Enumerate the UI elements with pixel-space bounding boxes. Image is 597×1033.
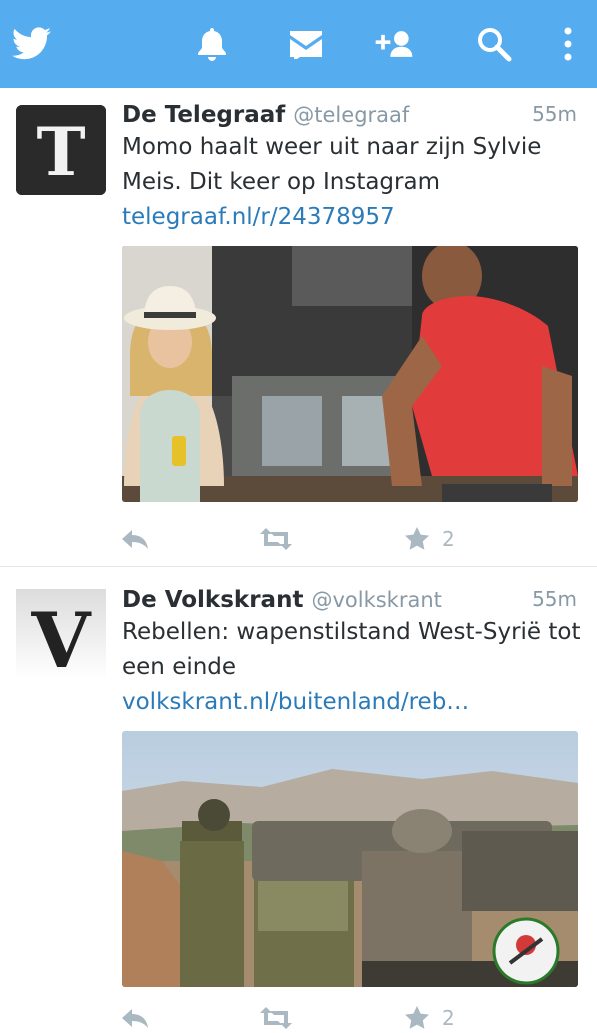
tweet-text: Momo haalt weer uit naar zijn Sylvie Mei… (122, 130, 582, 235)
favorite-count: 2 (442, 1006, 455, 1030)
tweet-photo[interactable] (122, 246, 578, 502)
retweet-button[interactable] (260, 1003, 292, 1033)
add-user-icon[interactable] (372, 22, 416, 66)
tweet-timestamp: 55m (532, 587, 577, 611)
favorite-button[interactable]: 2 (404, 524, 455, 554)
author-handle: @volkskrant (311, 588, 442, 612)
tweet-link[interactable]: volkskrant.nl/buitenland/reb… (122, 689, 469, 715)
retweet-icon (260, 528, 292, 550)
favorite-count: 2 (442, 527, 455, 551)
author-name[interactable]: De Telegraaf @telegraaf (122, 102, 409, 128)
tweet-body: Rebellen: wapenstilstand West-Syrië tot … (122, 619, 581, 680)
tweet-actions: 2 (122, 524, 578, 554)
twitter-bird-icon[interactable] (10, 22, 54, 66)
tweet-photo[interactable] (122, 731, 578, 987)
svg-text:V: V (31, 596, 93, 679)
tweet-body: Momo haalt weer uit naar zijn Sylvie Mei… (122, 134, 542, 195)
more-vertical-icon[interactable] (546, 22, 590, 66)
bell-icon[interactable] (190, 22, 234, 66)
top-navigation-bar (0, 0, 597, 88)
tweet-link[interactable]: telegraaf.nl/r/24378957 (122, 204, 395, 230)
reply-icon (122, 1009, 148, 1028)
tweet-telegraaf[interactable]: T De Telegraaf @telegraaf 55m Momo haalt … (0, 88, 597, 566)
avatar[interactable]: T (16, 105, 106, 195)
reply-button[interactable] (122, 524, 150, 554)
envelope-icon[interactable] (284, 22, 328, 66)
reply-icon (122, 530, 148, 549)
star-icon (405, 527, 429, 550)
svg-text:T: T (36, 113, 85, 191)
tweet-actions: 2 (122, 1003, 578, 1033)
avatar[interactable]: V (16, 589, 106, 679)
author-display-name: De Volkskrant (122, 587, 304, 613)
volkskrant-logo: V (16, 589, 106, 679)
telegraaf-logo: T (16, 105, 106, 195)
reply-button[interactable] (122, 1003, 150, 1033)
search-icon[interactable] (472, 22, 516, 66)
favorite-button[interactable]: 2 (404, 1003, 455, 1033)
author-name[interactable]: De Volkskrant @volkskrant (122, 587, 442, 613)
author-handle: @telegraaf (293, 103, 410, 127)
author-display-name: De Telegraaf (122, 102, 286, 128)
retweet-button[interactable] (260, 524, 292, 554)
tweet-timestamp: 55m (532, 102, 577, 126)
tweet-volkskrant[interactable]: V De Volkskrant @volkskrant 55m Rebellen:… (0, 567, 597, 1030)
retweet-icon (260, 1007, 292, 1029)
tweet-text: Rebellen: wapenstilstand West-Syrië tot … (122, 615, 582, 720)
star-icon (405, 1006, 429, 1029)
